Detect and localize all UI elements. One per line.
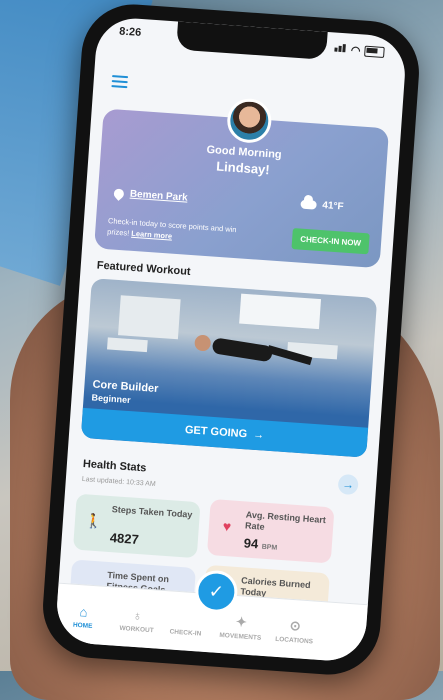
phone-notch [176,21,328,60]
location-link[interactable]: Bemen Park [111,186,188,204]
tab-home[interactable]: ⌂ HOME [57,603,109,631]
learn-more-link[interactable]: Learn more [131,229,172,241]
tab-checkin[interactable]: • CHECK-IN [160,610,212,638]
heart-rate-value: 94 [243,535,259,552]
arrow-right-icon: → [252,428,265,442]
menu-icon[interactable] [111,75,129,91]
heart-icon: ♥ [222,517,232,535]
locations-icon: ⊙ [289,617,302,634]
location-name: Bemen Park [129,188,188,204]
home-icon: ⌂ [79,604,89,620]
workout-icon: ♁ [132,607,143,624]
location-pin-icon [111,186,126,201]
tab-workout[interactable]: ♁ WORKOUT [111,606,163,634]
signal-icon [334,43,348,56]
status-time: 8:26 [118,25,142,39]
featured-workout-card[interactable]: Core Builder Beginner GET GOING → [80,278,378,458]
phone-frame: 8:26 ◠ Good Morning Lindsay! Bemen Park … [39,1,423,678]
app-screen: 8:26 ◠ Good Morning Lindsay! Bemen Park … [54,15,408,664]
last-updated: Last updated: 10:33 AM [81,475,156,489]
featured-workout-title: Featured Workout [96,259,191,278]
health-stats-arrow-icon[interactable]: → [337,473,359,496]
partly-cloudy-icon [300,199,317,210]
tab-movements[interactable]: ✦ MOVEMENTS [215,613,267,642]
movements-icon: ✦ [235,614,248,630]
tab-locations[interactable]: ⊙ LOCATIONS [269,616,321,646]
steps-card[interactable]: 🚶 Steps Taken Today 4827 [72,493,201,559]
battery-icon [364,45,385,58]
steps-value: 4827 [109,530,140,548]
heart-rate-card[interactable]: ♥ Avg. Resting Heart Rate 94 BPM [206,498,335,564]
checkin-prompt: Check-in today to score points and win p… [106,216,237,241]
get-going-button[interactable]: GET GOING → [80,407,369,458]
workout-level: Beginner [91,392,131,406]
wifi-icon: ◠ [350,44,361,57]
walking-icon: 🚶 [84,512,103,530]
weather: 41°F [300,199,344,213]
temperature: 41°F [321,200,344,213]
checkin-now-button[interactable]: CHECK-IN NOW [291,228,370,255]
workout-person [191,330,313,378]
health-stats-title: Health Stats [82,457,147,475]
